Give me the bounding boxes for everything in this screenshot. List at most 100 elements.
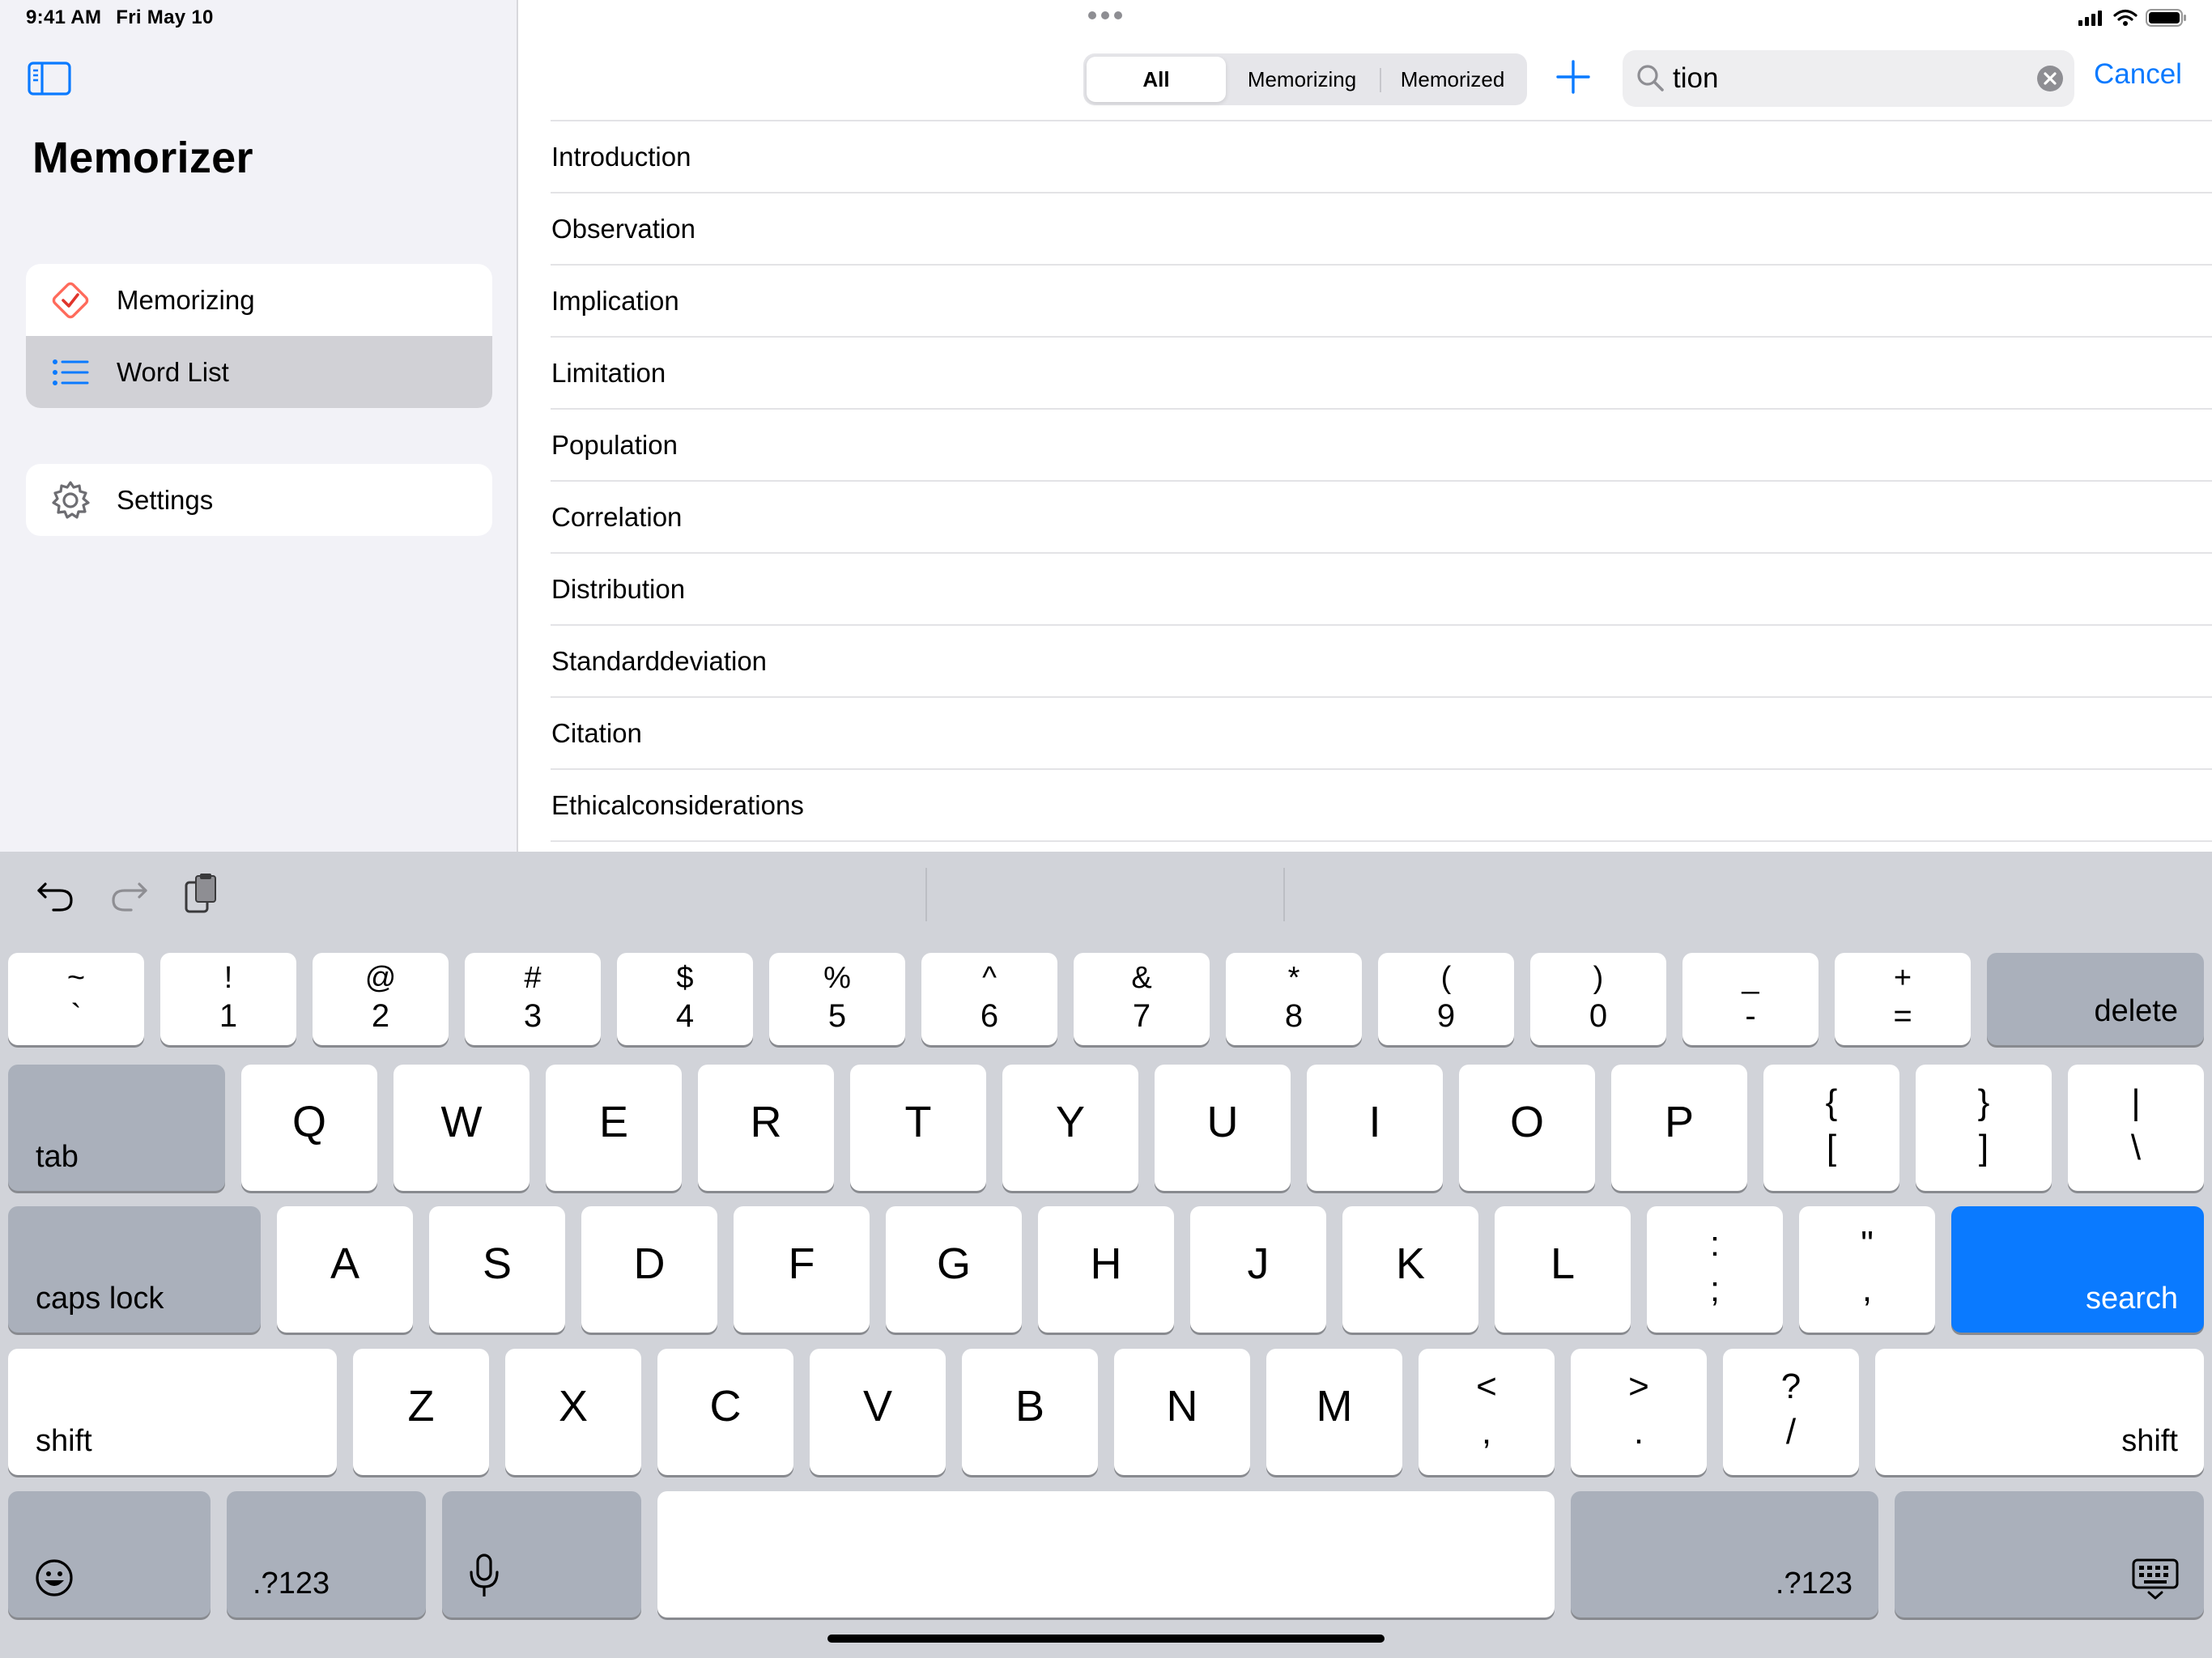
- key-l[interactable]: L: [1495, 1206, 1631, 1333]
- multitasking-dots-icon[interactable]: [1088, 11, 1127, 24]
- on-screen-keyboard: ~ ` ! 1 @2 #3 $4 % 5 ^ 6 & 7 * 8 (9 ) 0 _ - + = d…: [0, 852, 2212, 1658]
- key-minus[interactable]: _ -: [1682, 953, 1819, 1045]
- word-list-row[interactable]: Distribution: [551, 554, 2212, 626]
- key-f[interactable]: F: [734, 1206, 870, 1333]
- key-backtick[interactable]: ~ `: [8, 953, 144, 1045]
- caps-lock-key[interactable]: caps lock: [8, 1206, 261, 1333]
- key-n[interactable]: N: [1114, 1349, 1250, 1475]
- search-key[interactable]: search: [1951, 1206, 2204, 1333]
- sidebar-item-settings[interactable]: Settings: [26, 464, 492, 536]
- key-k[interactable]: K: [1342, 1206, 1478, 1333]
- key-b[interactable]: B: [962, 1349, 1098, 1475]
- key-slash[interactable]: ? /: [1723, 1349, 1859, 1475]
- key-p[interactable]: P: [1611, 1065, 1747, 1191]
- key-6[interactable]: ^ 6: [921, 953, 1057, 1045]
- key-x[interactable]: X: [505, 1349, 641, 1475]
- key-comma[interactable]: <,: [1419, 1349, 1555, 1475]
- undo-icon[interactable]: [34, 873, 78, 916]
- key-u[interactable]: U: [1155, 1065, 1291, 1191]
- status-clock: 9:41 AM: [26, 6, 102, 28]
- space-bar[interactable]: [657, 1491, 1555, 1618]
- key-3[interactable]: #3: [465, 953, 601, 1045]
- key-h[interactable]: H: [1038, 1206, 1174, 1333]
- word-list-row[interactable]: Observation: [551, 193, 2212, 266]
- word-list-row[interactable]: Introduction: [551, 121, 2212, 193]
- search-field[interactable]: [1623, 50, 2074, 107]
- word-list-row[interactable]: Limitation: [551, 338, 2212, 410]
- word-list-row[interactable]: Population: [551, 410, 2212, 482]
- clear-search-icon[interactable]: [2037, 66, 2063, 91]
- key-equals[interactable]: + =: [1835, 953, 1971, 1045]
- key-s[interactable]: S: [429, 1206, 565, 1333]
- key-8[interactable]: * 8: [1226, 953, 1362, 1045]
- page-title: Memorizer: [32, 134, 253, 182]
- keyboard-dismiss-icon: [2132, 1558, 2179, 1600]
- key-r[interactable]: R: [698, 1065, 834, 1191]
- emoji-key[interactable]: [8, 1491, 211, 1618]
- add-word-button[interactable]: [1555, 58, 1592, 96]
- word-list-row[interactable]: Citation: [551, 698, 2212, 770]
- sidebar-settings-group: Settings: [26, 464, 492, 536]
- sidebar-toggle-icon[interactable]: [28, 62, 71, 96]
- dictation-key[interactable]: [442, 1491, 641, 1618]
- key-z[interactable]: Z: [353, 1349, 489, 1475]
- dismiss-keyboard-key[interactable]: [1895, 1491, 2204, 1618]
- key-d[interactable]: D: [581, 1206, 717, 1333]
- gear-icon: [49, 478, 92, 522]
- word-list-row[interactable]: Implication: [551, 266, 2212, 338]
- word-list-row[interactable]: Correlation: [551, 482, 2212, 554]
- wifi-icon: [2113, 9, 2138, 31]
- key-a[interactable]: A: [277, 1206, 413, 1333]
- key-q[interactable]: Q: [241, 1065, 377, 1191]
- key-c[interactable]: C: [657, 1349, 793, 1475]
- tab-key[interactable]: tab: [8, 1065, 225, 1191]
- sidebar-item-label: Memorizing: [117, 284, 255, 315]
- sidebar: 9:41 AM Fri May 10 Memorizer Memorizing W…: [0, 0, 518, 852]
- numbers-toggle-key-right[interactable]: .?123: [1571, 1491, 1878, 1618]
- key-j[interactable]: J: [1190, 1206, 1326, 1333]
- left-shift-key[interactable]: shift: [8, 1349, 337, 1475]
- delete-key[interactable]: delete: [1987, 953, 2204, 1045]
- key-4[interactable]: $4: [617, 953, 753, 1045]
- numbers-toggle-key-left[interactable]: .?123: [227, 1491, 426, 1618]
- cancel-search-button[interactable]: Cancel: [2094, 58, 2182, 91]
- key-e[interactable]: E: [546, 1065, 682, 1191]
- key-backslash[interactable]: | \: [2068, 1065, 2204, 1191]
- key-right-bracket[interactable]: }]: [1916, 1065, 2052, 1191]
- toolbar-divider: [925, 868, 927, 921]
- home-indicator[interactable]: [827, 1635, 1385, 1643]
- key-y[interactable]: Y: [1002, 1065, 1138, 1191]
- key-left-bracket[interactable]: {[: [1763, 1065, 1899, 1191]
- right-shift-key[interactable]: shift: [1875, 1349, 2204, 1475]
- key-0[interactable]: ) 0: [1530, 953, 1666, 1045]
- key-1[interactable]: ! 1: [160, 953, 296, 1045]
- key-m[interactable]: M: [1266, 1349, 1402, 1475]
- key-t[interactable]: T: [850, 1065, 986, 1191]
- list-icon: [49, 351, 92, 394]
- redo-icon[interactable]: [107, 873, 151, 916]
- key-semicolon[interactable]: :;: [1647, 1206, 1783, 1333]
- status-time: 9:41 AM Fri May 10: [26, 6, 228, 29]
- key-g[interactable]: G: [886, 1206, 1022, 1333]
- key-v[interactable]: V: [810, 1349, 946, 1475]
- key-9[interactable]: (9: [1378, 953, 1514, 1045]
- paste-icon[interactable]: [180, 873, 223, 916]
- key-i[interactable]: I: [1307, 1065, 1443, 1191]
- diamond-check-icon: [49, 278, 92, 322]
- status-indicators: [2078, 8, 2188, 32]
- key-period[interactable]: >.: [1571, 1349, 1707, 1475]
- key-7[interactable]: & 7: [1074, 953, 1210, 1045]
- key-o[interactable]: O: [1459, 1065, 1595, 1191]
- word-list-row[interactable]: Ethicalconsiderations: [551, 770, 2212, 842]
- key-2[interactable]: @2: [313, 953, 449, 1045]
- sidebar-item-word-list[interactable]: Word List: [26, 336, 492, 408]
- search-input[interactable]: [1673, 50, 2029, 107]
- segment-all[interactable]: All: [1087, 57, 1226, 102]
- segment-memorized[interactable]: Memorized: [1381, 57, 1524, 102]
- key-w[interactable]: W: [393, 1065, 530, 1191]
- sidebar-item-memorizing[interactable]: Memorizing: [26, 264, 492, 336]
- segment-memorizing[interactable]: Memorizing: [1226, 57, 1378, 102]
- key-quote[interactable]: ",: [1799, 1206, 1935, 1333]
- word-list-row[interactable]: Standarddeviation: [551, 626, 2212, 698]
- key-5[interactable]: % 5: [769, 953, 905, 1045]
